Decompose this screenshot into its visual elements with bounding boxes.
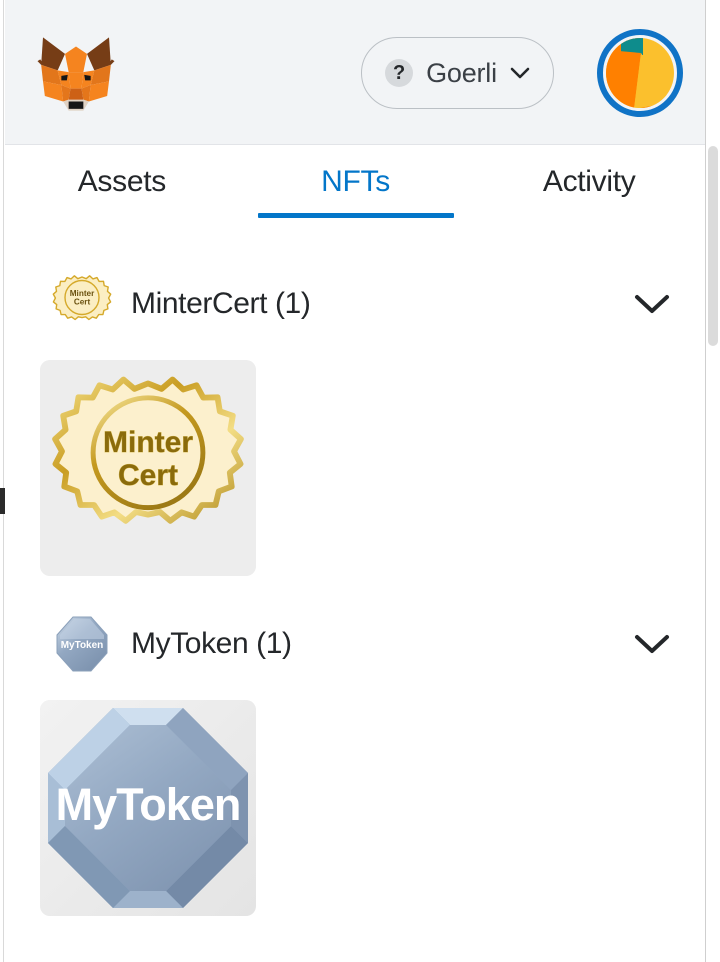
tab-assets[interactable]: Assets	[5, 146, 239, 242]
mytoken-octagon-icon: MyToken	[51, 613, 113, 675]
account-identicon[interactable]	[597, 29, 683, 117]
nft-item-mintercert-1[interactable]: Minter Cert	[40, 360, 256, 576]
svg-text:Cert: Cert	[74, 298, 91, 307]
minter-cert-seal-icon: Minter Cert	[51, 273, 113, 335]
window-right-edge	[705, 0, 720, 962]
tab-activity[interactable]: Activity	[472, 146, 706, 242]
nft-item-mytoken-1[interactable]: MyToken	[40, 700, 256, 916]
nft-collection-mintercert: Minter Cert MinterCert (1) Minter Cert	[5, 266, 706, 576]
nft-grid: MyToken	[5, 682, 706, 916]
vertical-scrollbar-thumb[interactable]	[708, 146, 718, 346]
metamask-extension-popup: ? Goerli Assets NFTs Activity Minter Cer…	[0, 0, 720, 962]
collection-title: MyToken (1)	[131, 627, 292, 660]
question-mark-icon: ?	[385, 59, 414, 87]
svg-text:Minter: Minter	[103, 426, 193, 459]
collection-header[interactable]: MyToken MyToken (1)	[5, 606, 706, 682]
metamask-fox-logo	[30, 30, 122, 118]
svg-text:MyToken: MyToken	[56, 779, 241, 830]
collection-header[interactable]: Minter Cert MinterCert (1)	[5, 266, 706, 342]
tab-nfts[interactable]: NFTs	[239, 146, 473, 242]
chevron-down-icon[interactable]	[634, 633, 670, 655]
svg-text:Cert: Cert	[118, 459, 178, 492]
wallet-tabs: Assets NFTs Activity	[5, 146, 706, 242]
nft-collection-mytoken: MyToken MyToken (1) MyToken	[5, 606, 706, 916]
list-top-spacer	[5, 242, 706, 266]
svg-text:MyToken: MyToken	[61, 640, 104, 651]
app-header: ? Goerli	[5, 0, 720, 145]
chevron-down-icon[interactable]	[634, 293, 670, 315]
collection-gap-spacer	[5, 576, 706, 606]
tab-assets-label: Assets	[77, 165, 167, 198]
nft-grid: Minter Cert	[5, 342, 706, 576]
network-selector-button[interactable]: ? Goerli	[361, 37, 554, 109]
collection-title: MinterCert (1)	[131, 287, 311, 320]
nft-collections-list: Minter Cert MinterCert (1) Minter Cert M…	[5, 242, 706, 962]
tab-activity-label: Activity	[542, 165, 636, 198]
chevron-down-icon	[510, 67, 530, 79]
tab-nfts-label: NFTs	[321, 165, 390, 198]
network-name-label: Goerli	[426, 57, 497, 88]
window-left-edge	[0, 0, 5, 962]
